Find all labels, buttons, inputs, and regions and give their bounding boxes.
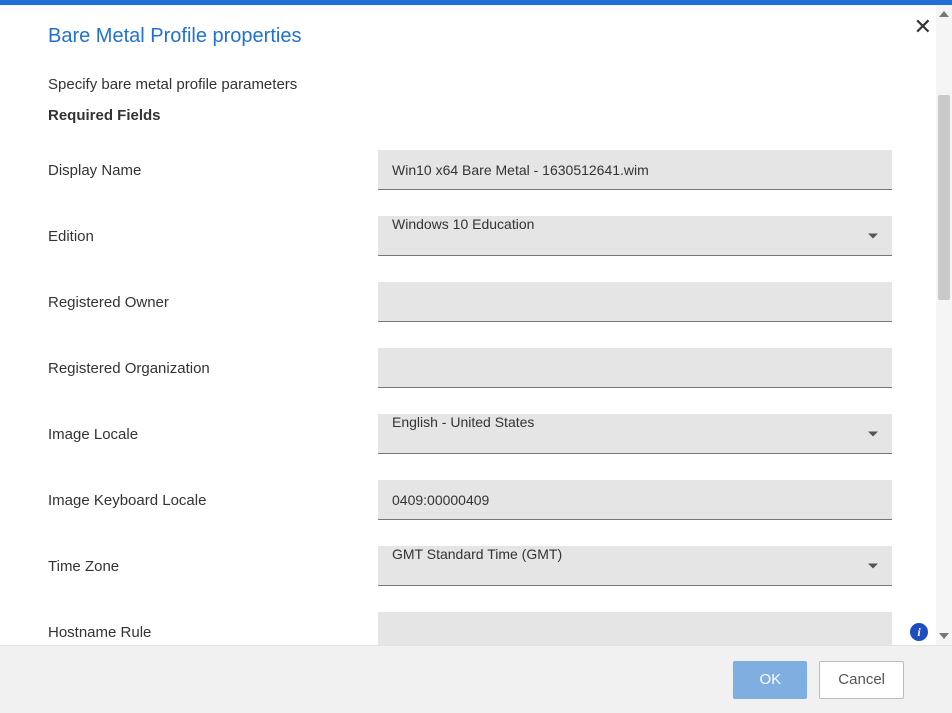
label-display-name: Display Name: [48, 162, 378, 179]
label-registered-owner: Registered Owner: [48, 294, 378, 311]
label-image-locale: Image Locale: [48, 426, 378, 443]
select-edition[interactable]: Windows 10 Education: [378, 216, 892, 256]
label-time-zone: Time Zone: [48, 558, 378, 575]
field-registered-owner: Registered Owner: [48, 282, 892, 322]
field-image-locale: Image Locale English - United States: [48, 414, 892, 454]
select-image-locale[interactable]: English - United States: [378, 414, 892, 454]
scrollbar-thumb[interactable]: [938, 95, 950, 300]
field-image-keyboard-locale: Image Keyboard Locale: [48, 480, 892, 520]
input-hostname-rule[interactable]: [378, 612, 892, 645]
dialog-body: Bare Metal Profile properties Specify ba…: [0, 5, 952, 645]
ok-button[interactable]: OK: [733, 661, 807, 699]
field-time-zone: Time Zone GMT Standard Time (GMT): [48, 546, 892, 586]
info-icon[interactable]: i: [910, 623, 928, 641]
section-heading: Required Fields: [48, 107, 892, 124]
input-registered-owner[interactable]: [378, 282, 892, 322]
cancel-button[interactable]: Cancel: [819, 661, 904, 699]
input-display-name[interactable]: [378, 150, 892, 190]
field-hostname-rule: Hostname Rule i: [48, 612, 892, 645]
scroll-up-icon[interactable]: [936, 5, 952, 23]
dialog-title: Bare Metal Profile properties: [48, 25, 892, 48]
select-time-zone[interactable]: GMT Standard Time (GMT): [378, 546, 892, 586]
field-display-name: Display Name: [48, 150, 892, 190]
dialog-subtitle: Specify bare metal profile parameters: [48, 76, 892, 93]
scroll-area: Bare Metal Profile properties Specify ba…: [0, 5, 952, 645]
field-registered-org: Registered Organization: [48, 348, 892, 388]
dialog-footer: OK Cancel: [0, 645, 952, 713]
input-registered-org[interactable]: [378, 348, 892, 388]
field-edition: Edition Windows 10 Education: [48, 216, 892, 256]
label-registered-org: Registered Organization: [48, 360, 378, 377]
label-image-keyboard-locale: Image Keyboard Locale: [48, 492, 378, 509]
label-hostname-rule: Hostname Rule: [48, 624, 378, 641]
label-edition: Edition: [48, 228, 378, 245]
scrollbar[interactable]: [936, 5, 952, 645]
scroll-down-icon[interactable]: [936, 627, 952, 645]
input-image-keyboard-locale[interactable]: [378, 480, 892, 520]
